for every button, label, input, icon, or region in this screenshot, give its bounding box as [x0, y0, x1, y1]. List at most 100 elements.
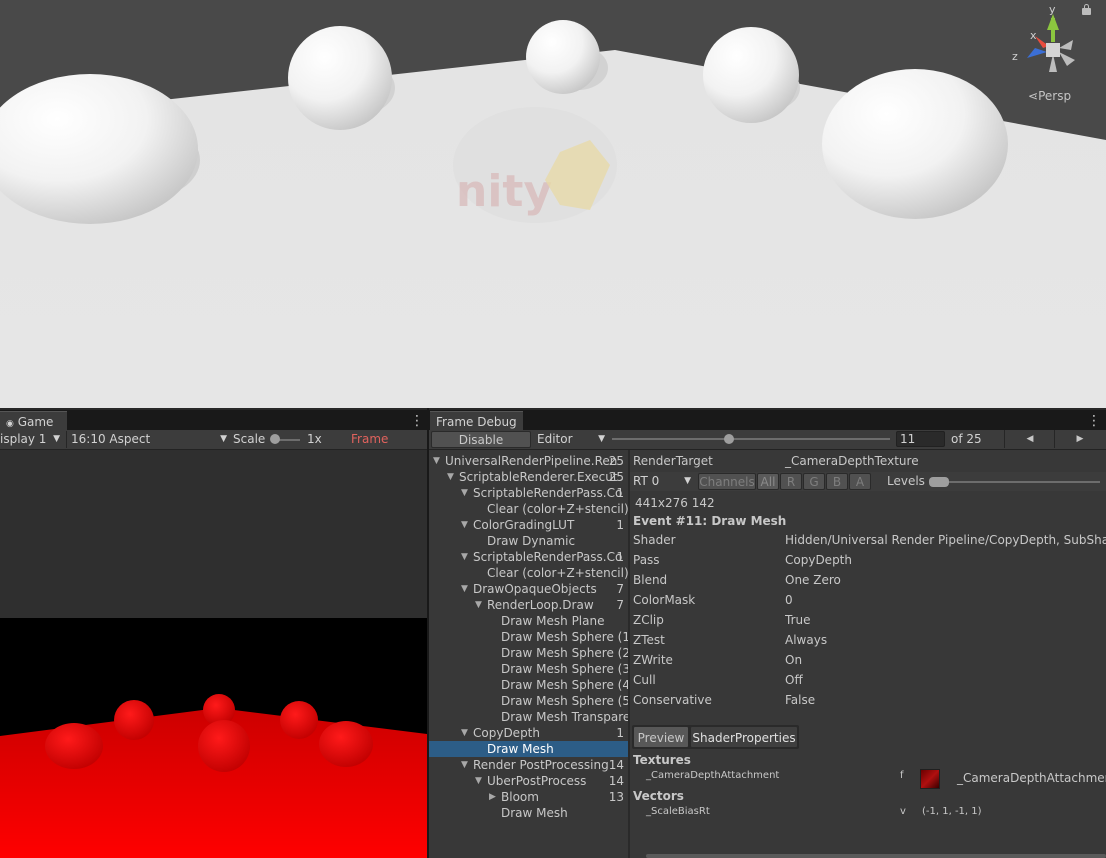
tab-shader-properties[interactable]: ShaderProperties: [690, 726, 798, 748]
frame-debug-toggle[interactable]: Frame Debug: [351, 431, 427, 463]
property-value: One Zero: [785, 573, 841, 587]
channel-b-button[interactable]: B: [826, 473, 848, 490]
event-slider[interactable]: [612, 438, 890, 440]
expanded-icon[interactable]: ▼: [447, 469, 454, 485]
event-tree[interactable]: ▼ UniversalRenderPipeline.Ren 25 ▼ Scriptabl…: [429, 450, 628, 858]
expanded-icon[interactable]: ▼: [475, 597, 482, 613]
scene-view[interactable]: nity y x z ⋖Persp: [0, 0, 1106, 408]
collapsed-icon[interactable]: ▶: [489, 789, 496, 805]
tree-row[interactable]: Clear (color+Z+stencil): [429, 565, 628, 581]
levels-slider[interactable]: [930, 481, 1100, 483]
tree-row-label: CopyDepth: [473, 726, 540, 740]
expanded-icon[interactable]: ▼: [475, 773, 482, 789]
framedebug-menu-icon[interactable]: ⋮: [1087, 411, 1101, 431]
tree-row[interactable]: Draw Mesh Transparer: [429, 709, 628, 725]
levels-label: Levels: [887, 474, 925, 488]
channel-g-button[interactable]: G: [803, 473, 825, 490]
texture-thumbnail[interactable]: [920, 769, 940, 789]
tab-frame-debug[interactable]: Frame Debug: [430, 411, 523, 432]
tree-row[interactable]: Draw Mesh Sphere (5): [429, 693, 628, 709]
prev-event-button[interactable]: ◀: [1004, 430, 1055, 448]
expanded-icon[interactable]: ▼: [461, 485, 468, 501]
property-value: 0: [785, 593, 793, 607]
persp-icon: ⋖: [1028, 89, 1039, 103]
tree-row[interactable]: ▼ ColorGradingLUT 1: [429, 517, 628, 533]
scale-slider-thumb[interactable]: [270, 434, 280, 444]
tree-row[interactable]: Draw Mesh Sphere (4): [429, 677, 628, 693]
editor-value: Editor: [537, 432, 573, 446]
tree-row-count: 1: [616, 726, 624, 740]
tree-row[interactable]: Draw Mesh Sphere (1): [429, 629, 628, 645]
disable-button[interactable]: Disable: [431, 431, 531, 448]
lock-icon[interactable]: [1082, 4, 1091, 15]
tree-row[interactable]: ▼ ScriptableRenderer.Execut 25: [429, 469, 628, 485]
tree-row[interactable]: Clear (color+Z+stencil): [429, 501, 628, 517]
expanded-icon[interactable]: ▼: [461, 757, 468, 773]
editor-dropdown[interactable]: Editor ▼: [533, 431, 609, 448]
event-slider-thumb[interactable]: [724, 434, 734, 444]
property-key: ColorMask: [633, 593, 696, 607]
tree-row[interactable]: ▼ UniversalRenderPipeline.Ren 25: [429, 453, 628, 469]
persp-toggle[interactable]: ⋖Persp: [1028, 89, 1071, 103]
tree-row[interactable]: ▼ UberPostProcess 14: [429, 773, 628, 789]
event-index-input[interactable]: [896, 431, 945, 447]
tree-row-label: Draw Mesh Sphere (2): [501, 646, 628, 660]
tree-row-label: RenderLoop.Draw: [487, 598, 594, 612]
tree-row-label: DrawOpaqueObjects: [473, 582, 597, 596]
framedebug-tabbar: [429, 410, 1106, 432]
tree-row-count: 14: [608, 758, 624, 772]
game-menu-icon[interactable]: ⋮: [410, 411, 424, 431]
tree-row[interactable]: Draw Mesh: [429, 805, 628, 821]
next-event-button[interactable]: ▶: [1054, 430, 1105, 448]
tab-game[interactable]: ◉ Game: [0, 411, 67, 432]
tree-row[interactable]: ▼ ScriptableRenderPass.Co 1: [429, 549, 628, 565]
display-dropdown[interactable]: isplay 1 ▼: [0, 431, 64, 448]
game-viewport[interactable]: [0, 450, 427, 858]
red-sphere: [45, 723, 103, 769]
tab-preview[interactable]: Preview: [633, 726, 689, 748]
channels-button[interactable]: Channels: [698, 473, 756, 490]
tree-row[interactable]: Draw Mesh Sphere (2): [429, 645, 628, 661]
horizontal-scrollbar[interactable]: [646, 854, 1106, 858]
chevron-down-icon: ▼: [598, 434, 605, 444]
tree-row-label: Draw Mesh Transparer: [501, 710, 628, 724]
sphere-4: [703, 27, 799, 123]
expanded-icon[interactable]: ▼: [433, 453, 440, 469]
tree-row[interactable]: Draw Mesh Sphere (3): [429, 661, 628, 677]
orientation-gizmo: [1027, 14, 1075, 72]
channel-r-button[interactable]: R: [780, 473, 802, 490]
channel-a-button[interactable]: A: [849, 473, 871, 490]
game-tab-label: Game: [17, 415, 54, 429]
expanded-icon[interactable]: ▼: [461, 549, 468, 565]
tree-row-count: 1: [616, 518, 624, 532]
tree-row[interactable]: ▼ Render PostProcessing 14: [429, 757, 628, 773]
tree-row-label: Draw Mesh Plane: [501, 614, 605, 628]
tree-row[interactable]: ▼ RenderLoop.Draw 7: [429, 597, 628, 613]
aspect-dropdown[interactable]: 16:10 Aspect ▼: [66, 431, 231, 448]
levels-slider-handle[interactable]: [929, 477, 949, 487]
tree-row[interactable]: ▼ CopyDepth 1: [429, 725, 628, 741]
tree-row[interactable]: Draw Dynamic: [429, 533, 628, 549]
property-value: CopyDepth: [785, 553, 852, 567]
tree-row-count: 25: [608, 454, 624, 468]
expanded-icon[interactable]: ▼: [461, 725, 468, 741]
red-sphere: [114, 700, 154, 740]
expanded-icon[interactable]: ▼: [461, 517, 468, 533]
tree-row-count: 7: [616, 598, 624, 612]
tree-row-count: 14: [608, 774, 624, 788]
tree-row-label: UberPostProcess: [487, 774, 587, 788]
tree-row[interactable]: ▶ Bloom 13: [429, 789, 628, 805]
property-value: Always: [785, 633, 828, 647]
tree-row-label: Draw Mesh: [501, 806, 568, 820]
tree-row-label: Draw Mesh Sphere (4): [501, 678, 628, 692]
tree-row[interactable]: ▼ DrawOpaqueObjects 7: [429, 581, 628, 597]
tree-row[interactable]: ▼ ScriptableRenderPass.Co 1: [429, 485, 628, 501]
expanded-icon[interactable]: ▼: [461, 581, 468, 597]
tree-row[interactable]: Draw Mesh: [429, 741, 628, 757]
rt-dropdown[interactable]: RT 0 ▼: [633, 473, 695, 490]
channel-all-button[interactable]: All: [757, 473, 779, 490]
property-key: ZClip: [633, 613, 664, 627]
sphere-5: [822, 69, 1008, 219]
event-detail: RenderTarget _CameraDepthTexture RT 0 ▼ …: [630, 450, 1106, 858]
tree-row[interactable]: Draw Mesh Plane: [429, 613, 628, 629]
